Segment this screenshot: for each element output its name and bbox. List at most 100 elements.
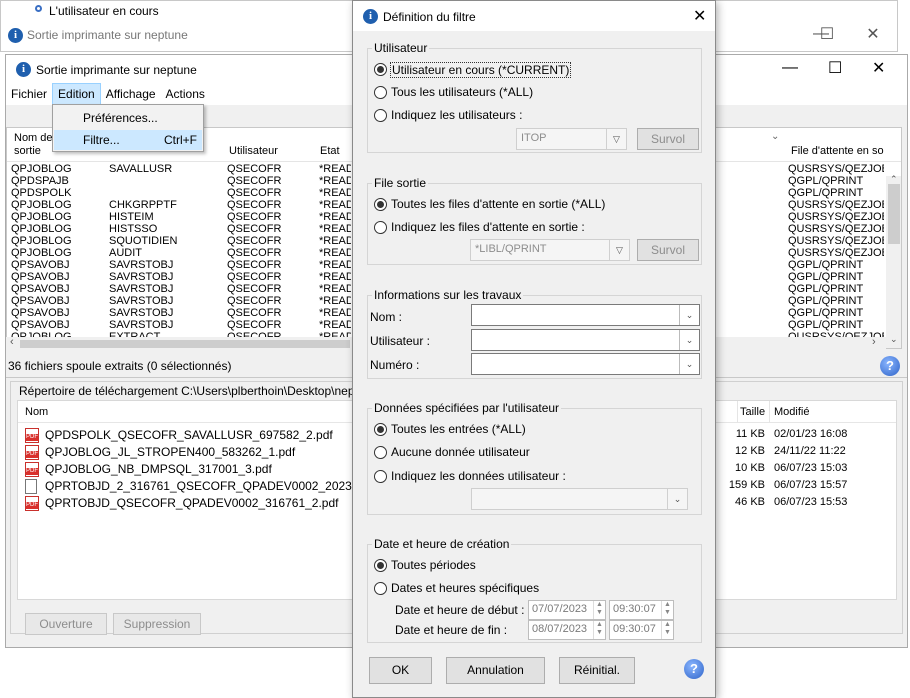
filter-dialog: i Définition du filtre ✕ Utilisateur Uti…	[352, 0, 716, 698]
close-icon[interactable]: ✕	[853, 24, 893, 44]
col-state[interactable]: Etat	[320, 145, 340, 157]
radio-queue-all[interactable]	[374, 198, 387, 211]
cell-name: QPJOBLOG	[11, 235, 72, 247]
end-date-field[interactable]: 08/07/2023 ▲ ▼	[528, 620, 606, 640]
chevron-down-icon[interactable]: ⌄	[667, 489, 687, 509]
maximize-icon[interactable]: ☐	[807, 24, 847, 44]
window-title: Sortie imprimante sur neptune	[36, 63, 197, 77]
menu-item-label: Filtre...	[83, 133, 120, 147]
spinner-icon[interactable]: ▲ ▼	[661, 621, 673, 639]
user-browse-button[interactable]: Survol	[637, 128, 699, 150]
col-name[interactable]: Nom de	[14, 132, 53, 144]
start-time-field[interactable]: 09:30:07 ▲ ▼	[609, 600, 674, 620]
hscroll-thumb[interactable]	[20, 340, 350, 348]
radio-queue-specify[interactable]	[374, 221, 387, 234]
menu-edit[interactable]: Edition	[52, 83, 101, 105]
chevron-down-icon[interactable]: ▽	[606, 129, 626, 149]
grid-vscrollbar[interactable]: ⌃ ⌄	[886, 174, 901, 348]
app-logo-icon: i	[8, 28, 23, 43]
file-name: QPJOBLOG_JL_STROPEN400_583262_1.pdf	[45, 445, 296, 459]
chevron-down-icon[interactable]: ▽	[609, 240, 629, 260]
ok-button[interactable]: OK	[369, 657, 432, 684]
cell-state: *READ	[319, 211, 351, 223]
maximize-icon[interactable]: ☐	[828, 58, 842, 78]
cell-user: QSECOFR	[227, 319, 282, 331]
vscroll-thumb[interactable]	[888, 184, 900, 244]
scroll-left-icon[interactable]: ‹	[10, 336, 14, 348]
scroll-right-icon[interactable]: ›	[872, 336, 876, 348]
cell-user: QSECOFR	[227, 223, 282, 235]
user-combo[interactable]: ITOP ▽	[516, 128, 627, 150]
cell-queue: QGPL/QPRINT	[788, 271, 864, 283]
help-icon[interactable]: ?	[880, 356, 900, 376]
cell-queue: QUSRSYS/QEZJOBLO	[788, 223, 884, 235]
end-time-field[interactable]: 09:30:07 ▲ ▼	[609, 620, 674, 640]
scroll-down-icon[interactable]: ⌄	[890, 334, 898, 345]
close-icon[interactable]: ✕	[872, 58, 885, 78]
menu-file[interactable]: Fichier	[6, 84, 52, 104]
job-name-combo[interactable]: ⌄	[471, 304, 700, 326]
cell-state: *READ	[319, 295, 351, 307]
field-label: Utilisateur :	[370, 334, 431, 348]
radio-userdata-all[interactable]	[374, 423, 387, 436]
spinner-icon[interactable]: ▲ ▼	[661, 601, 673, 619]
cancel-button[interactable]: Annulation	[446, 657, 545, 684]
radio-user-specify[interactable]	[374, 109, 387, 122]
col-queue[interactable]: File d'attente en so	[791, 145, 884, 157]
col-file-size[interactable]: Taille	[740, 406, 765, 418]
job-number-combo[interactable]: ⌄	[471, 353, 700, 375]
radio-user-current[interactable]	[374, 63, 387, 76]
radio-label: Indiquez les files d'attente en sortie :	[391, 220, 585, 234]
menu-item-preferences[interactable]: Préférences...	[54, 109, 202, 127]
spinner-icon[interactable]: ▲ ▼	[593, 601, 605, 619]
cell-name: QPJOBLOG	[11, 211, 72, 223]
file-modified: 24/11/22 11:22	[774, 445, 846, 457]
help-icon[interactable]: ?	[684, 659, 704, 679]
cell-user: QSECOFR	[227, 235, 282, 247]
cell-name: QPSAVOBJ	[11, 295, 70, 307]
file-name: QPDSPOLK_QSECOFR_SAVALLUSR_697582_2.pdf	[45, 428, 333, 442]
chevron-down-icon[interactable]: ⌄	[679, 354, 699, 374]
col-file-modified[interactable]: Modifié	[774, 406, 809, 418]
cell-queue: QGPL/QPRINT	[788, 175, 864, 187]
cell-data: SAVRSTOBJ	[109, 295, 174, 307]
cell-name: QPJOBLOG	[11, 163, 72, 175]
scroll-up-icon[interactable]: ⌃	[890, 174, 898, 185]
tree-item[interactable]: L'utilisateur en cours	[49, 4, 159, 18]
chevron-down-icon[interactable]: ⌄	[771, 131, 779, 143]
cell-user: QSECOFR	[227, 187, 282, 199]
edit-menu: Préférences... Filtre... Ctrl+F	[52, 104, 204, 152]
menu-actions[interactable]: Actions	[161, 84, 210, 104]
close-icon[interactable]: ✕	[693, 6, 706, 26]
col-user[interactable]: Utilisateur	[229, 145, 278, 157]
delete-button[interactable]: Suppression	[113, 613, 201, 635]
job-user-combo[interactable]: ⌄	[471, 329, 700, 351]
radio-userdata-none[interactable]	[374, 446, 387, 459]
col-file-name[interactable]: Nom	[25, 406, 48, 418]
chevron-down-icon[interactable]: ⌄	[679, 330, 699, 350]
queue-group: File sortie Toutes les files d'attente e…	[367, 176, 702, 265]
cell-user: QSECOFR	[227, 199, 282, 211]
cell-name: QPSAVOBJ	[11, 259, 70, 271]
queue-combo[interactable]: *LIBL/QPRINT ▽	[470, 239, 630, 261]
radio-userdata-specify[interactable]	[374, 470, 387, 483]
field-value: 09:30:07	[613, 623, 656, 635]
cell-data: SAVRSTOBJ	[109, 259, 174, 271]
queue-browse-button[interactable]: Survol	[637, 239, 699, 261]
cell-queue: QUSRSYS/QEZJOBLO	[788, 247, 884, 259]
file-name: QPJOBLOG_NB_DMPSQL_317001_3.pdf	[45, 462, 272, 476]
radio-date-specific[interactable]	[374, 582, 387, 595]
cell-queue: QUSRSYS/QEZJOBLO	[788, 211, 884, 223]
combo-value: ITOP	[521, 132, 547, 144]
spinner-icon[interactable]: ▲ ▼	[593, 621, 605, 639]
chevron-down-icon[interactable]: ⌄	[679, 305, 699, 325]
radio-user-all[interactable]	[374, 86, 387, 99]
minimize-icon[interactable]: —	[782, 59, 798, 77]
open-button[interactable]: Ouverture	[25, 613, 107, 635]
menu-item-filter[interactable]: Filtre... Ctrl+F	[54, 130, 202, 150]
radio-date-all[interactable]	[374, 559, 387, 572]
reset-button[interactable]: Réinitial.	[559, 657, 635, 684]
userdata-combo[interactable]: ⌄	[471, 488, 688, 510]
menu-view[interactable]: Affichage	[101, 84, 161, 104]
start-date-field[interactable]: 07/07/2023 ▲ ▼	[528, 600, 606, 620]
